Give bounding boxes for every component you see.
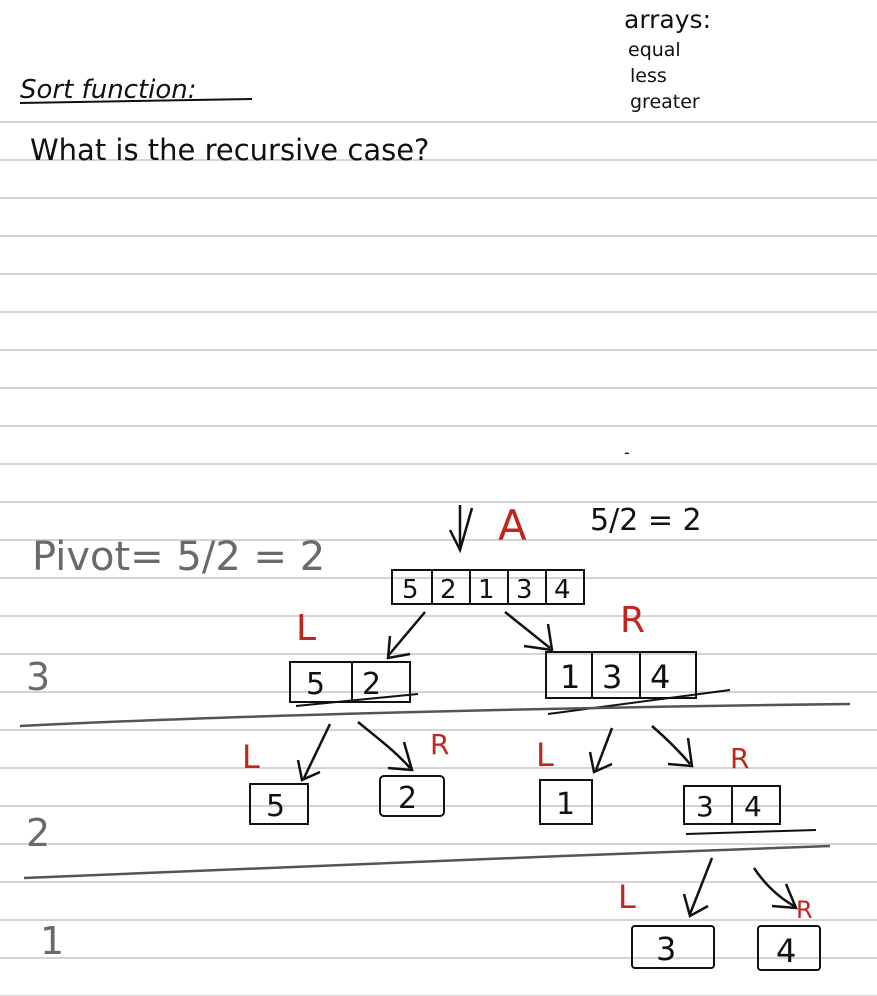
notes-question: What is the recursive case? xyxy=(30,133,429,167)
root-cell: 4 xyxy=(554,575,571,605)
level2-right-array: 3 4 xyxy=(683,785,781,825)
left-label: L xyxy=(536,736,554,774)
pivot-calc-right: 5/2 = 2 xyxy=(590,503,702,538)
level1-node: 3 xyxy=(631,925,715,969)
arrays-item-equal: equal xyxy=(628,39,681,61)
array-cell: 3 xyxy=(696,790,714,823)
node-value: 5 xyxy=(266,789,285,824)
arrays-item-greater: greater xyxy=(630,91,700,113)
arrow-icon xyxy=(752,867,798,910)
root-label: A xyxy=(498,501,527,550)
node-value: 3 xyxy=(656,930,676,968)
right-label: R xyxy=(430,728,449,761)
level-1-label: 1 xyxy=(40,919,64,963)
underline-stroke xyxy=(685,829,817,835)
pivot-text: Pivot= 5/2 = 2 xyxy=(32,534,325,580)
arrow-icon xyxy=(386,611,426,660)
level2-node: 2 xyxy=(379,775,445,817)
root-array: 5 2 1 3 4 xyxy=(391,569,585,605)
left-label: L xyxy=(242,738,260,776)
level2-node: 1 xyxy=(539,779,593,825)
level-divider xyxy=(19,702,851,728)
arrow-icon xyxy=(651,725,694,768)
array-cell: 2 xyxy=(362,667,381,702)
array-cell: 5 xyxy=(306,667,325,702)
node-value: 4 xyxy=(776,932,796,970)
arrays-heading: arrays: xyxy=(624,5,711,34)
right-label: R xyxy=(730,742,749,775)
right-label: R xyxy=(796,896,813,924)
down-arrow-icon xyxy=(448,505,474,554)
level3-right-array: 1 3 4 xyxy=(545,651,697,699)
arrow-icon xyxy=(357,721,414,772)
root-cell: 1 xyxy=(478,575,495,605)
array-cell: 3 xyxy=(602,658,622,696)
arrow-icon xyxy=(296,723,332,782)
arrow-icon xyxy=(504,611,554,652)
node-value: 1 xyxy=(556,787,575,822)
root-cell: 3 xyxy=(516,575,533,605)
root-cell: 5 xyxy=(402,575,419,605)
stray-mark: - xyxy=(624,443,630,462)
level-2-label: 2 xyxy=(26,811,50,855)
root-cell: 2 xyxy=(440,575,457,605)
array-cell: 4 xyxy=(650,658,670,696)
arrays-item-less: less xyxy=(630,65,667,87)
arrow-icon xyxy=(588,727,614,774)
arrow-icon xyxy=(682,857,714,918)
level2-node: 5 xyxy=(249,783,309,825)
notes-canvas: Sort function: arrays: equal less greate… xyxy=(19,5,851,971)
array-cell: 1 xyxy=(560,658,580,696)
left-label: L xyxy=(296,608,316,649)
level-3-label: 3 xyxy=(26,655,50,699)
level1-node: 4 xyxy=(757,925,821,971)
node-value: 2 xyxy=(398,781,417,816)
array-cell: 4 xyxy=(744,790,762,823)
left-label: L xyxy=(618,878,636,916)
right-label: R xyxy=(620,600,645,641)
